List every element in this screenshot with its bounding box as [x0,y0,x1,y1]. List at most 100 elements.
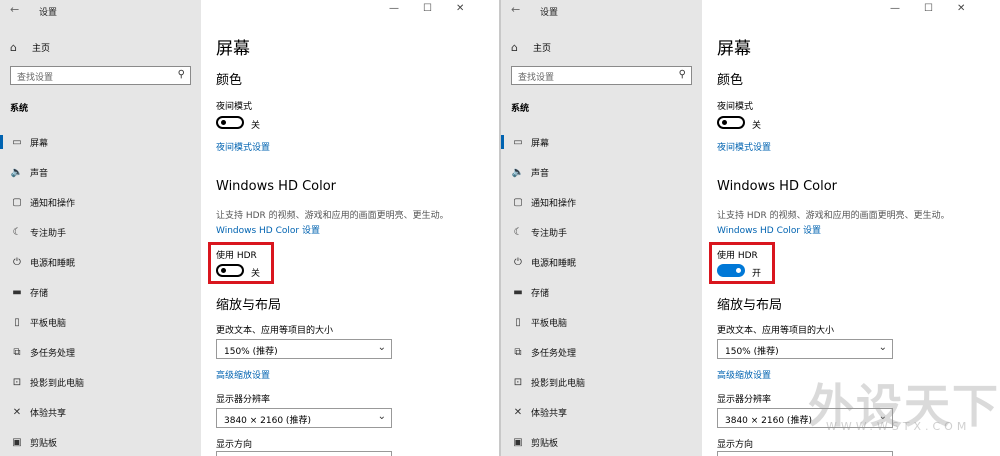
scale-dropdown[interactable]: 150% (推荐) ⌄ [216,339,392,359]
search-placeholder: 查找设置 [17,73,54,83]
sidebar-item-display[interactable]: ▭ 屏幕 [501,133,702,151]
settings-window-right: ← 设置 ⌂ 主页 查找设置 ⚲ 系统 ▭ 屏幕 🔈 声音 ▢ 通知和操作 ☾ … [501,0,1000,456]
clipboard-icon: ▣ [12,436,22,448]
orientation-label: 显示方向 [216,440,253,450]
toggle-knob [736,268,741,273]
sidebar-home[interactable]: ⌂ 主页 [10,40,50,54]
sidebar-item-tablet[interactable]: ▯ 平板电脑 [0,313,201,331]
toggle-knob [221,268,226,273]
scale-value: 150% (推荐) [224,347,278,357]
sidebar-home-label: 主页 [533,43,552,54]
color-heading: 颜色 [216,73,243,88]
sidebar-item-tablet[interactable]: ▯ 平板电脑 [501,313,702,331]
orientation-dropdown[interactable] [717,451,893,456]
resolution-dropdown[interactable]: 3840 × 2160 (推荐) ⌄ [216,408,392,428]
night-light-label: 夜间模式 [216,102,253,112]
scale-label: 更改文本、应用等项目的大小 [717,326,835,336]
sidebar-item-display[interactable]: ▭ 屏幕 [0,133,201,151]
hdr-toggle[interactable] [717,264,745,277]
sidebar-item-label: 多任务处理 [30,348,76,359]
sidebar-item-label: 投影到此电脑 [531,378,586,389]
sidebar-home[interactable]: ⌂ 主页 [511,40,551,54]
notification-icon: ▢ [12,196,22,208]
sidebar-item-label: 多任务处理 [531,348,577,359]
sidebar-item-label: 屏幕 [30,138,49,149]
minimize-button[interactable]: — [389,3,399,14]
maximize-button[interactable]: ☐ [924,3,933,14]
sidebar-item-shared-experiences[interactable]: ✕ 体验共享 [501,403,702,421]
sidebar-item-notifications[interactable]: ▢ 通知和操作 [501,193,702,211]
speaker-icon: 🔈 [10,166,24,178]
sidebar-section-label: 系统 [10,104,29,114]
sidebar-item-sound[interactable]: 🔈 声音 [501,163,702,181]
content-pane: — ☐ ✕ 屏幕 颜色 夜间模式 关 夜间模式设置 Windows HD Col… [201,0,499,456]
hdr-toggle[interactable] [216,264,244,277]
sidebar-item-label: 通知和操作 [531,198,577,209]
scale-dropdown[interactable]: 150% (推荐) ⌄ [717,339,893,359]
advanced-scaling-link[interactable]: 高级缩放设置 [216,368,270,381]
night-light-state: 关 [251,121,261,131]
sidebar-item-label: 屏幕 [531,138,550,149]
maximize-button[interactable]: ☐ [423,3,432,14]
sidebar-item-projecting[interactable]: ⊡ 投影到此电脑 [501,373,702,391]
night-light-settings-link[interactable]: 夜间模式设置 [717,140,771,153]
chevron-down-icon: ⌄ [878,342,887,353]
sidebar-item-notifications[interactable]: ▢ 通知和操作 [0,193,201,211]
clipboard-icon: ▣ [513,436,523,448]
monitor-icon: ▭ [12,136,22,148]
close-button[interactable]: ✕ [957,3,965,14]
search-input[interactable]: 查找设置 ⚲ [511,66,692,85]
night-light-toggle[interactable] [216,116,244,129]
resolution-label: 显示器分辨率 [717,395,772,405]
search-input[interactable]: 查找设置 ⚲ [10,66,191,85]
sidebar-item-projecting[interactable]: ⊡ 投影到此电脑 [0,373,201,391]
sidebar-item-label: 通知和操作 [30,198,76,209]
sidebar-item-storage[interactable]: ▬ 存储 [0,283,201,301]
power-icon: ⏻ [514,256,522,268]
sidebar-item-clipboard[interactable]: ▣ 剪贴板 [0,433,201,451]
advanced-scaling-link[interactable]: 高级缩放设置 [717,368,771,381]
night-light-settings-link[interactable]: 夜间模式设置 [216,140,270,153]
sidebar-item-label: 声音 [30,168,49,179]
scale-value: 150% (推荐) [725,347,779,357]
sidebar-item-label: 平板电脑 [531,318,568,329]
resolution-dropdown[interactable]: 3840 × 2160 (推荐) ⌄ [717,408,893,428]
hdr-state: 关 [251,269,261,279]
resolution-label: 显示器分辨率 [216,395,271,405]
sidebar-home-label: 主页 [32,43,51,54]
search-icon: ⚲ [678,69,686,80]
toggle-knob [221,120,226,125]
sidebar-item-power[interactable]: ⏻ 电源和睡眠 [501,253,702,271]
chevron-down-icon: ⌄ [377,411,386,422]
monitor-icon: ▭ [513,136,523,148]
hdr-toggle-label: 使用 HDR [717,251,758,261]
resolution-value: 3840 × 2160 (推荐) [725,416,812,426]
night-light-toggle[interactable] [717,116,745,129]
color-heading: 颜色 [717,73,744,88]
moon-icon: ☾ [12,226,22,238]
sidebar-item-focus-assist[interactable]: ☾ 专注助手 [0,223,201,241]
multitask-icon: ⧉ [13,346,21,358]
sidebar-item-clipboard[interactable]: ▣ 剪贴板 [501,433,702,451]
close-button[interactable]: ✕ [456,3,464,14]
hdr-heading: Windows HD Color [717,179,838,194]
home-icon: ⌂ [10,40,17,54]
back-arrow-icon[interactable]: ← [10,3,19,16]
hdr-settings-link[interactable]: Windows HD Color 设置 [216,223,320,236]
minimize-button[interactable]: — [890,3,900,14]
sidebar-item-storage[interactable]: ▬ 存储 [501,283,702,301]
scale-heading: 缩放与布局 [717,298,783,313]
sidebar-item-power[interactable]: ⏻ 电源和睡眠 [0,253,201,271]
sidebar-item-multitasking[interactable]: ⧉ 多任务处理 [0,343,201,361]
sidebar-item-focus-assist[interactable]: ☾ 专注助手 [501,223,702,241]
project-icon: ⊡ [12,376,22,388]
sidebar-item-multitasking[interactable]: ⧉ 多任务处理 [501,343,702,361]
sidebar-item-shared-experiences[interactable]: ✕ 体验共享 [0,403,201,421]
sidebar-item-label: 剪贴板 [30,438,58,449]
toggle-knob [722,120,727,125]
back-arrow-icon[interactable]: ← [511,3,520,16]
hdr-settings-link[interactable]: Windows HD Color 设置 [717,223,821,236]
orientation-dropdown[interactable] [216,451,392,456]
orientation-label: 显示方向 [717,440,754,450]
sidebar-item-sound[interactable]: 🔈 声音 [0,163,201,181]
